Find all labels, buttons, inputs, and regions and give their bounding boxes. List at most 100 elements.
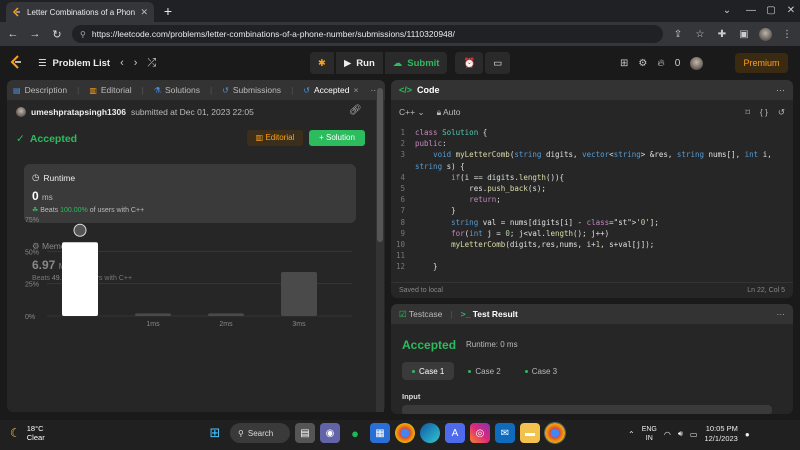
reset-icon[interactable]: ↺	[778, 107, 785, 118]
extensions-icon[interactable]: ✚	[715, 29, 729, 40]
case-tab-3[interactable]: Case 3	[515, 362, 567, 380]
editorial-button[interactable]: ▥ Editorial	[247, 130, 303, 146]
notification-icon[interactable]: ●	[745, 430, 750, 439]
post-solution-button[interactable]: + Solution	[309, 130, 365, 146]
chart-bar[interactable]	[135, 313, 171, 316]
battery-icon[interactable]: ▭	[690, 430, 698, 439]
code-line[interactable]: 12 }	[391, 261, 793, 272]
edge-icon[interactable]	[420, 423, 440, 443]
user-avatar[interactable]	[690, 56, 704, 70]
submit-button[interactable]: ☁ Submit	[384, 52, 448, 74]
spotify-icon[interactable]: ●	[345, 423, 365, 443]
tab-search-icon[interactable]: ⌄	[716, 3, 738, 19]
wifi-icon[interactable]: ◠	[664, 430, 671, 439]
premium-button[interactable]: Premium	[735, 53, 788, 73]
site-info-icon[interactable]: ⚲	[80, 30, 86, 39]
azure-icon[interactable]: A	[445, 423, 465, 443]
tab-solutions[interactable]: ⚗ Solutions	[154, 85, 200, 95]
code-line[interactable]: 3 void myLetterComb(string digits, vecto…	[391, 149, 793, 160]
layout-icon[interactable]: ⊞	[620, 58, 628, 69]
prev-problem-icon[interactable]: ‹	[120, 57, 124, 69]
forward-icon[interactable]: →	[28, 28, 42, 40]
chart-bar[interactable]	[281, 272, 317, 316]
tab-editorial[interactable]: ▥ Editorial	[89, 85, 131, 95]
tab-testcase[interactable]: ☑ Testcase	[399, 309, 442, 320]
language-select[interactable]: C++ ⌄	[399, 107, 425, 118]
timer-button[interactable]: ⏰	[455, 52, 484, 74]
code-line[interactable]: 11	[391, 250, 793, 261]
maximize-button[interactable]: ▢	[760, 3, 782, 19]
left-panel-scrollbar[interactable]	[376, 86, 384, 412]
bookmark-icon[interactable]: ⌑	[745, 107, 749, 118]
browser-tab[interactable]: Letter Combinations of a Phone ✕	[6, 2, 154, 22]
leetcode-logo-icon[interactable]	[10, 55, 24, 71]
chrome-active-icon[interactable]	[544, 422, 566, 444]
weather-widget[interactable]: ☾ 18°C Clear	[10, 424, 45, 442]
tab-description[interactable]: ▤ Description	[13, 85, 67, 95]
input-box[interactable]	[402, 405, 772, 414]
auto-mode[interactable]: 🔒︎ Auto	[437, 107, 461, 118]
taskbar-search[interactable]: ⚲ Search	[230, 423, 290, 443]
next-problem-icon[interactable]: ›	[134, 57, 138, 69]
submission-user[interactable]: umeshpratapsingh1306	[31, 107, 126, 117]
code-line[interactable]: string s) {	[391, 161, 793, 172]
volume-icon[interactable]: 🔊︎	[678, 429, 683, 439]
tray-chevron-icon[interactable]: ⌃	[628, 430, 635, 439]
case-tab-2[interactable]: Case 2	[458, 362, 510, 380]
panel-menu-icon[interactable]: ···	[777, 309, 786, 319]
scrollbar-thumb[interactable]	[377, 88, 383, 242]
close-window-button[interactable]: ✕	[780, 3, 800, 19]
share-link-icon[interactable]: 🔗︎	[349, 105, 362, 116]
new-tab-button[interactable]: +	[160, 3, 176, 19]
tab-test-result[interactable]: >_ Test Result	[461, 309, 518, 319]
store-icon[interactable]: ▦	[370, 423, 390, 443]
chart-bar[interactable]	[62, 242, 98, 316]
streak-fire-icon[interactable]: 🔥︎	[657, 58, 664, 69]
teams-icon[interactable]: ◉	[320, 423, 340, 443]
file-explorer-icon[interactable]: ▤	[295, 423, 315, 443]
code-text: class Solution {	[415, 128, 488, 137]
folder-icon[interactable]: ▬	[520, 423, 540, 443]
format-braces-icon[interactable]: { }	[760, 107, 768, 118]
chrome-icon[interactable]	[395, 423, 415, 443]
notes-button[interactable]: ▭	[485, 52, 511, 74]
y-tick-label: 75%	[25, 217, 39, 224]
windows-start-icon[interactable]: ⊞	[205, 423, 225, 443]
back-icon[interactable]: ←	[6, 28, 20, 40]
url-bar[interactable]: ⚲ https://leetcode.com/problems/letter-c…	[72, 25, 663, 43]
bookmark-star-icon[interactable]: ☆	[693, 29, 707, 40]
clock[interactable]: 10:05 PM 12/1/2023	[704, 424, 737, 444]
profile-avatar[interactable]	[759, 27, 772, 41]
code-line[interactable]: 10 myLetterComb(digits,res,nums, i+1, s+…	[391, 239, 793, 250]
browser-menu-icon[interactable]: ⋮	[780, 29, 794, 40]
run-button[interactable]: ▶ Run	[335, 52, 383, 74]
code-line[interactable]: 9 for(int j = 0; j<val.length(); j++)	[391, 228, 793, 239]
reload-icon[interactable]: ↻	[50, 28, 64, 41]
settings-gear-icon[interactable]: ⚙	[638, 58, 647, 69]
code-line[interactable]: 1 class Solution {	[391, 127, 793, 138]
tab-submissions[interactable]: ↺ Submissions	[222, 85, 281, 95]
code-line[interactable]: 6 return;	[391, 194, 793, 205]
case-tab-1[interactable]: Case 1	[402, 362, 455, 380]
problem-list-button[interactable]: ☰ Problem List	[38, 58, 110, 69]
shuffle-icon[interactable]: ⤮	[147, 57, 156, 70]
code-line[interactable]: 7 }	[391, 205, 793, 216]
code-line[interactable]: 8 string val = nums[digits[i] - class="s…	[391, 217, 793, 228]
code-line[interactable]: 4 if(i == digits.length()){	[391, 172, 793, 183]
language-indicator[interactable]: ENG IN	[642, 425, 657, 443]
mail-icon[interactable]: ✉	[495, 423, 515, 443]
chart-bar[interactable]	[208, 313, 244, 316]
debug-button[interactable]: ✱	[310, 52, 334, 74]
code-toolbar: C++ ⌄ 🔒︎ Auto ⌑ { } ↺	[391, 100, 793, 124]
side-panel-icon[interactable]: ▣	[737, 29, 751, 40]
code-editor[interactable]: 1 class Solution {2 public: 3 void myLetter…	[391, 127, 793, 277]
minimize-button[interactable]: —	[740, 3, 762, 19]
instagram-icon[interactable]: ◎	[470, 423, 490, 443]
code-line[interactable]: 2 public:	[391, 138, 793, 149]
tab-close-icon[interactable]: ✕	[140, 7, 148, 18]
panel-menu-icon[interactable]: ···	[776, 85, 785, 95]
tab-accepted[interactable]: ↺ Accepted ×	[303, 85, 358, 95]
code-line[interactable]: 5 res.push_back(s);	[391, 183, 793, 194]
tab-close-icon[interactable]: ×	[353, 85, 358, 95]
share-icon[interactable]: ⇪	[671, 29, 685, 40]
